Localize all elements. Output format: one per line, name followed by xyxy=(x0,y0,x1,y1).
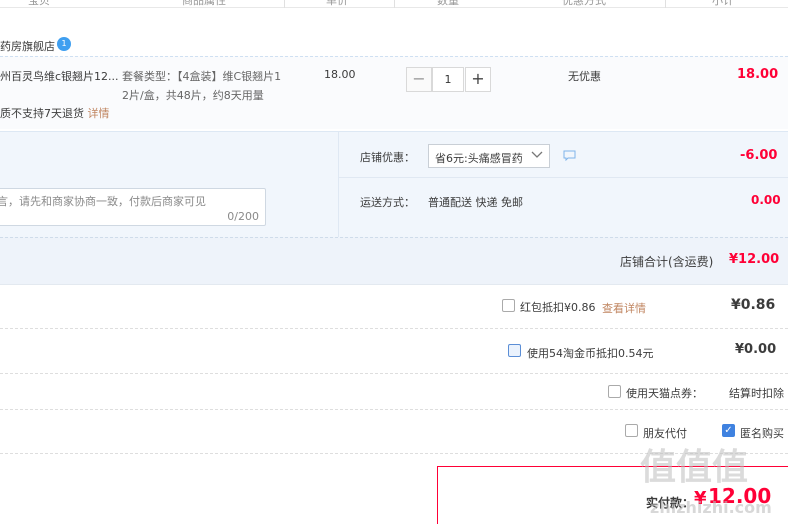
chevron-down-icon xyxy=(531,148,543,165)
coupon-select-value: 省6元:头痛感冒药 xyxy=(435,152,523,165)
wangwang-chat-icon[interactable]: 1 xyxy=(57,37,71,51)
coupon-amount: -6.00 xyxy=(740,148,778,163)
shop-options-right xyxy=(338,131,788,237)
table-header: 宝贝 商品属性 单价 数量 优惠方式 小计 xyxy=(0,0,788,8)
coupon-chat-icon[interactable] xyxy=(563,150,576,164)
row-divider xyxy=(0,373,788,374)
buyer-message-placeholder: 言，请先和商家协商一致，付款后商家可见 xyxy=(0,195,206,208)
shop-header: 药房旗舰店 1 xyxy=(0,36,788,56)
qty-increase-button[interactable]: + xyxy=(465,67,491,92)
shop-total-value: ¥12.00 xyxy=(729,252,780,267)
tmall-points-value: 结算时扣除 xyxy=(729,387,784,400)
panel-divider xyxy=(339,177,788,178)
header-col-qty: 数量 xyxy=(437,0,459,7)
buyer-message-counter: 0/200 xyxy=(227,210,259,223)
coins-checkbox[interactable] xyxy=(508,344,521,357)
qty-decrease-button[interactable]: − xyxy=(406,67,432,92)
return-policy-detail-link[interactable]: 详情 xyxy=(88,107,110,120)
item-subtotal: 18.00 xyxy=(737,67,779,82)
buyer-message-input[interactable]: 言，请先和商家协商一致，付款后商家可见 0/200 xyxy=(0,188,266,226)
friend-pay-checkbox[interactable] xyxy=(625,424,638,437)
watermark-url: zhizhizhi.com xyxy=(650,498,772,517)
header-col-subtotal: 小计 xyxy=(712,0,734,7)
header-col-item: 宝贝 xyxy=(28,0,50,7)
coupon-label: 店铺优惠： xyxy=(360,151,415,164)
return-policy-notice: 质不支持7天退货 详情 xyxy=(0,105,110,121)
shipping-cost: 0.00 xyxy=(751,193,781,207)
item-title-link[interactable]: 州百灵鸟维c银翘片12... xyxy=(0,68,119,84)
header-col-attr: 商品属性 xyxy=(182,0,226,7)
shipping-method: 普通配送 快递 免邮 xyxy=(428,196,523,209)
header-divider xyxy=(665,0,666,8)
redpacket-checkbox[interactable] xyxy=(502,299,515,312)
coins-value: ¥0.00 xyxy=(735,342,777,357)
header-col-discount: 优惠方式 xyxy=(562,0,606,7)
return-policy-text: 质不支持7天退货 xyxy=(0,107,84,120)
item-attr-line2: 2片/盒，共48片，约8天用量 xyxy=(122,89,264,102)
redpacket-label: 红包抵扣¥0.86 xyxy=(520,301,596,314)
row-divider xyxy=(0,409,788,410)
item-attr-line1: 套餐类型：【4盒装】维C银翘片1 xyxy=(122,70,282,83)
shop-total-label: 店铺合计(含运费) xyxy=(620,255,714,269)
shop-name-link[interactable]: 药房旗舰店 xyxy=(0,38,55,54)
coins-label: 使用54淘金币抵扣0.54元 xyxy=(527,347,654,360)
redpacket-value: ¥0.86 xyxy=(731,297,776,313)
anonymous-checkbox[interactable]: ✓ xyxy=(722,424,735,437)
item-discount: 无优惠 xyxy=(568,70,601,83)
header-divider xyxy=(284,0,285,8)
row-divider xyxy=(0,328,788,329)
redpacket-detail-link[interactable]: 查看详情 xyxy=(602,300,646,316)
qty-input[interactable]: 1 xyxy=(432,67,464,92)
item-unit-price: 18.00 xyxy=(324,68,356,81)
shipping-label: 运送方式： xyxy=(360,196,415,209)
watermark-logo: 值值值 xyxy=(640,447,749,488)
header-col-price: 单价 xyxy=(326,0,348,7)
coupon-select[interactable]: 省6元:头痛感冒药 xyxy=(428,144,550,168)
header-divider xyxy=(394,0,395,8)
cart-item-row xyxy=(0,56,788,129)
tmall-points-checkbox[interactable] xyxy=(608,385,621,398)
tmall-points-label: 使用天猫点券： xyxy=(626,387,703,400)
